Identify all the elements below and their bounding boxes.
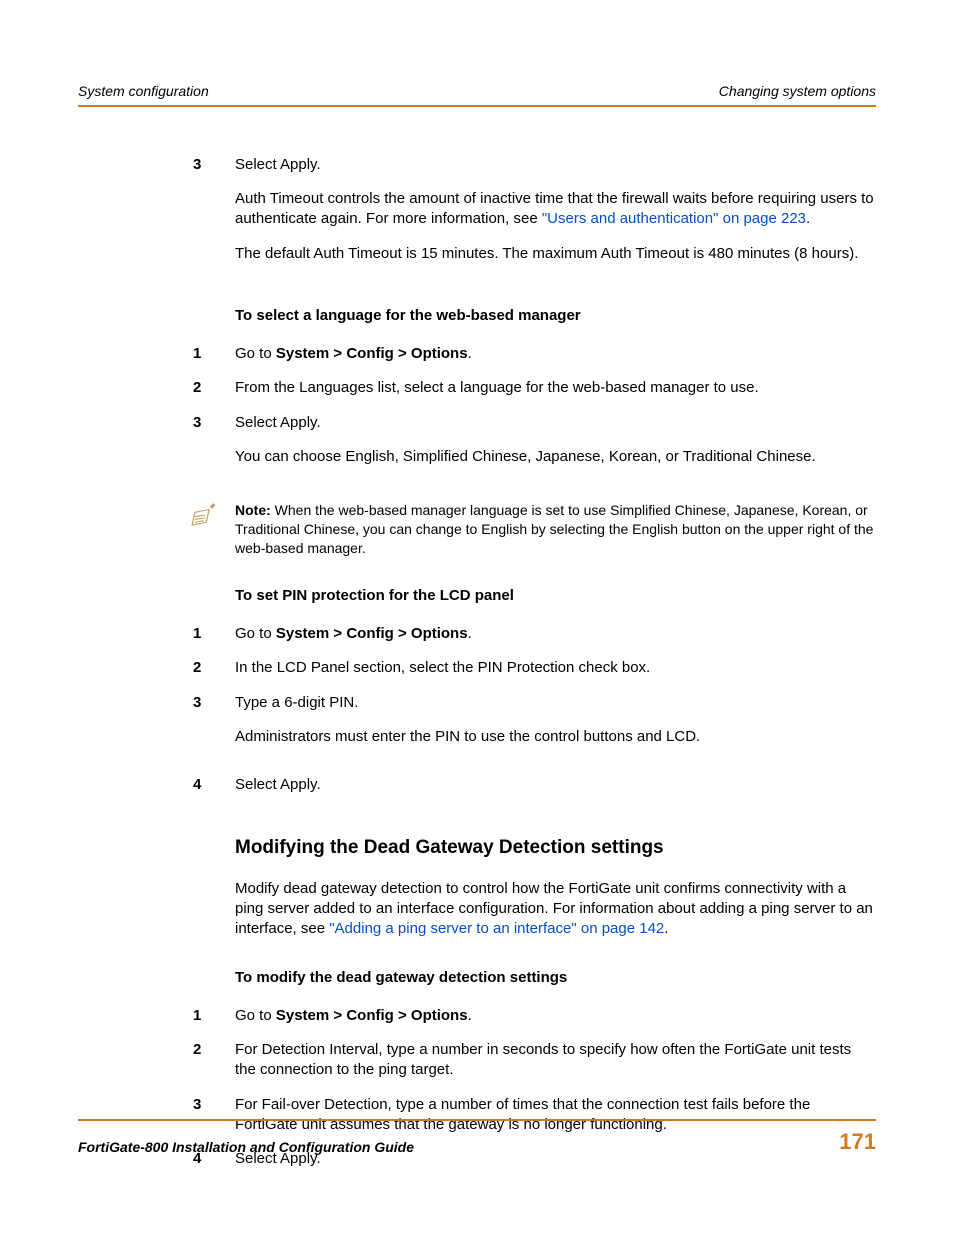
list-item: 4 Select Apply. <box>235 775 876 795</box>
page-footer: FortiGate-800 Installation and Configura… <box>78 1119 876 1157</box>
list-item: 3 Type a 6-digit PIN. Administrators mus… <box>235 693 876 762</box>
procedure-title: To modify the dead gateway detection set… <box>235 968 876 988</box>
step-text: Go to System > Config > Options. <box>235 624 876 644</box>
note-icon <box>185 501 235 558</box>
paragraph: Auth Timeout controls the amount of inac… <box>235 189 876 230</box>
step-text: Go to System > Config > Options. <box>235 344 876 364</box>
xref-link[interactable]: "Adding a ping server to an interface" o… <box>329 920 664 937</box>
paragraph: Administrators must enter the PIN to use… <box>235 727 876 747</box>
step-number: 4 <box>193 775 235 795</box>
step-number: 1 <box>193 1006 235 1026</box>
step-text: Select Apply. <box>235 413 876 433</box>
running-header: System configuration Changing system opt… <box>78 82 876 107</box>
list-item: 1 Go to System > Config > Options. <box>235 1006 876 1026</box>
note-block: Note: When the web-based manager languag… <box>185 501 876 558</box>
step-number: 2 <box>193 1040 235 1081</box>
step-number: 3 <box>193 693 235 762</box>
footer-title: FortiGate-800 Installation and Configura… <box>78 1138 414 1157</box>
list-item: 2 In the LCD Panel section, select the P… <box>235 658 876 678</box>
step-number: 3 <box>193 155 235 278</box>
procedure-title: To select a language for the web-based m… <box>235 306 876 326</box>
step-text: Go to System > Config > Options. <box>235 1006 876 1026</box>
step-text: Select Apply. <box>235 775 876 795</box>
list-item: 3 Select Apply. Auth Timeout controls th… <box>235 155 876 278</box>
list-item: 1 Go to System > Config > Options. <box>235 624 876 644</box>
paragraph: You can choose English, Simplified Chine… <box>235 447 876 467</box>
body-content: 3 Select Apply. Auth Timeout controls th… <box>235 155 876 1170</box>
list-item: 2 From the Languages list, select a lang… <box>235 378 876 398</box>
header-right: Changing system options <box>719 82 876 101</box>
xref-link[interactable]: "Users and authentication" on page 223 <box>542 210 806 227</box>
note-text: Note: When the web-based manager languag… <box>235 501 876 558</box>
step-number: 2 <box>193 378 235 398</box>
step-text: Select Apply. <box>235 155 876 175</box>
step-number: 3 <box>193 413 235 482</box>
step-number: 2 <box>193 658 235 678</box>
paragraph: The default Auth Timeout is 15 minutes. … <box>235 244 876 264</box>
step-text: From the Languages list, select a langua… <box>235 378 876 398</box>
list-item: 3 Select Apply. You can choose English, … <box>235 413 876 482</box>
step-text: For Detection Interval, type a number in… <box>235 1040 876 1081</box>
header-left: System configuration <box>78 82 209 101</box>
section-heading: Modifying the Dead Gateway Detection set… <box>235 835 876 861</box>
page-number: 171 <box>839 1127 876 1157</box>
procedure-title: To set PIN protection for the LCD panel <box>235 586 876 606</box>
step-text: Type a 6-digit PIN. <box>235 693 876 713</box>
step-text: In the LCD Panel section, select the PIN… <box>235 658 876 678</box>
list-item: 2 For Detection Interval, type a number … <box>235 1040 876 1081</box>
step-number: 1 <box>193 344 235 364</box>
step-number: 1 <box>193 624 235 644</box>
paragraph: Modify dead gateway detection to control… <box>235 879 876 940</box>
list-item: 1 Go to System > Config > Options. <box>235 344 876 364</box>
